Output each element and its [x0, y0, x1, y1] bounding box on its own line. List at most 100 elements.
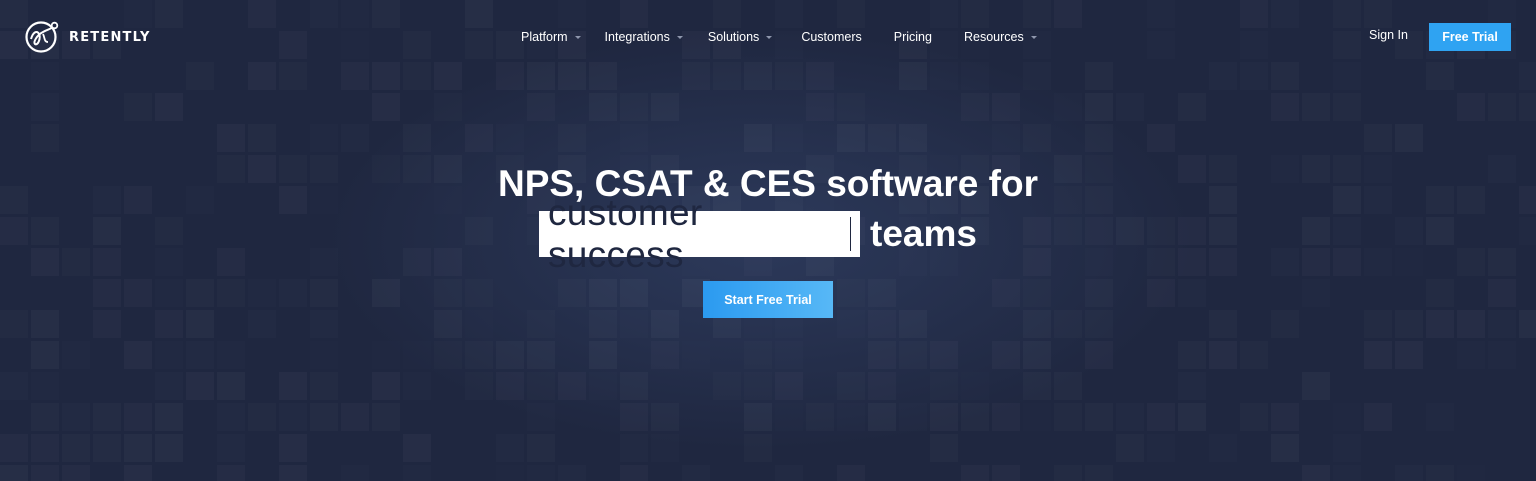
background-tile: [1085, 217, 1113, 245]
background-tile: [465, 124, 493, 152]
background-tile: [1178, 403, 1206, 431]
background-tile: [1240, 403, 1268, 431]
background-tile: [186, 372, 214, 400]
background-tile: [62, 465, 90, 481]
background-tile: [1457, 93, 1485, 121]
background-tile: [1271, 434, 1299, 462]
background-tile: [496, 465, 524, 481]
background-tile: [1023, 403, 1051, 431]
background-tile: [1457, 310, 1485, 338]
background-tile: [1333, 248, 1361, 276]
background-tile: [1271, 403, 1299, 431]
retently-logo[interactable]: RETENTLY: [24, 20, 151, 54]
background-tile: [620, 310, 648, 338]
hero-title-line-2: customer success teams: [539, 192, 977, 275]
background-tile: [31, 124, 59, 152]
background-tile: [31, 372, 59, 400]
background-tile: [527, 403, 555, 431]
background-tile: [1023, 372, 1051, 400]
background-tile: [124, 465, 152, 481]
background-tile: [1488, 341, 1516, 369]
nav-item-pricing[interactable]: Pricing: [894, 30, 932, 44]
background-tile: [744, 341, 772, 369]
background-tile: [1364, 310, 1392, 338]
background-tile: [279, 403, 307, 431]
background-tile: [837, 310, 865, 338]
background-tile: [744, 403, 772, 431]
background-tile: [1426, 310, 1454, 338]
background-tile: [868, 403, 896, 431]
free-trial-button[interactable]: Free Trial: [1429, 23, 1511, 51]
background-tile: [279, 372, 307, 400]
background-tile: [1085, 93, 1113, 121]
background-tile: [217, 341, 245, 369]
background-tile: [465, 279, 493, 307]
background-tile: [868, 279, 896, 307]
background-tile: [403, 465, 431, 481]
background-tile: [1302, 248, 1330, 276]
background-tile: [155, 217, 183, 245]
nav-item-customers[interactable]: Customers: [801, 30, 861, 44]
background-tile: [930, 403, 958, 431]
background-tile: [434, 279, 462, 307]
background-tile: [1085, 341, 1113, 369]
background-tile: [1085, 403, 1113, 431]
background-tile: [1364, 248, 1392, 276]
background-tile: [837, 372, 865, 400]
background-tile: [589, 310, 617, 338]
background-tile: [93, 217, 121, 245]
background-tile: [1302, 93, 1330, 121]
background-tile: [62, 403, 90, 431]
background-tile: [651, 403, 679, 431]
background-tile: [372, 372, 400, 400]
start-free-trial-button[interactable]: Start Free Trial: [703, 281, 833, 318]
background-tile: [1085, 465, 1113, 481]
background-tile: [1457, 465, 1485, 481]
background-tile: [372, 341, 400, 369]
background-tile: [496, 372, 524, 400]
background-tile: [1178, 93, 1206, 121]
background-tile: [62, 248, 90, 276]
background-tile: [1333, 465, 1361, 481]
background-tile: [806, 403, 834, 431]
background-tile: [682, 465, 710, 481]
background-tile: [1488, 310, 1516, 338]
nav-item-integrations[interactable]: Integrations: [605, 30, 683, 44]
background-tile: [868, 372, 896, 400]
background-tile: [341, 465, 369, 481]
nav-item-solutions[interactable]: Solutions: [708, 30, 773, 44]
background-tile: [155, 372, 183, 400]
background-tile: [1271, 310, 1299, 338]
background-tile: [0, 217, 28, 245]
background-tile: [124, 434, 152, 462]
background-tile: [961, 372, 989, 400]
background-tile: [217, 124, 245, 152]
background-tile: [62, 341, 90, 369]
background-tile: [527, 341, 555, 369]
background-tile: [155, 93, 183, 121]
background-tile: [1054, 372, 1082, 400]
background-tile: [558, 124, 586, 152]
background-tile: [992, 279, 1020, 307]
background-tile: [1302, 465, 1330, 481]
background-tile: [310, 403, 338, 431]
sign-in-link[interactable]: Sign In: [1369, 28, 1408, 42]
background-tile: [93, 310, 121, 338]
background-tile: [465, 217, 493, 245]
background-tile: [527, 310, 555, 338]
background-tile: [1333, 434, 1361, 462]
typing-highlight-box: customer success: [539, 192, 860, 275]
nav-item-label: Customers: [801, 30, 862, 44]
background-tile: [310, 341, 338, 369]
background-tile: [1116, 93, 1144, 121]
background-tile: [1178, 217, 1206, 245]
background-tile: [496, 341, 524, 369]
background-tile: [837, 465, 865, 481]
background-tile: [651, 434, 679, 462]
background-tile: [1333, 217, 1361, 245]
background-tile: [310, 248, 338, 276]
nav-item-platform[interactable]: Platform: [521, 30, 581, 44]
nav-item-resources[interactable]: Resources: [964, 30, 1037, 44]
background-tile: [310, 279, 338, 307]
background-tile: [310, 310, 338, 338]
